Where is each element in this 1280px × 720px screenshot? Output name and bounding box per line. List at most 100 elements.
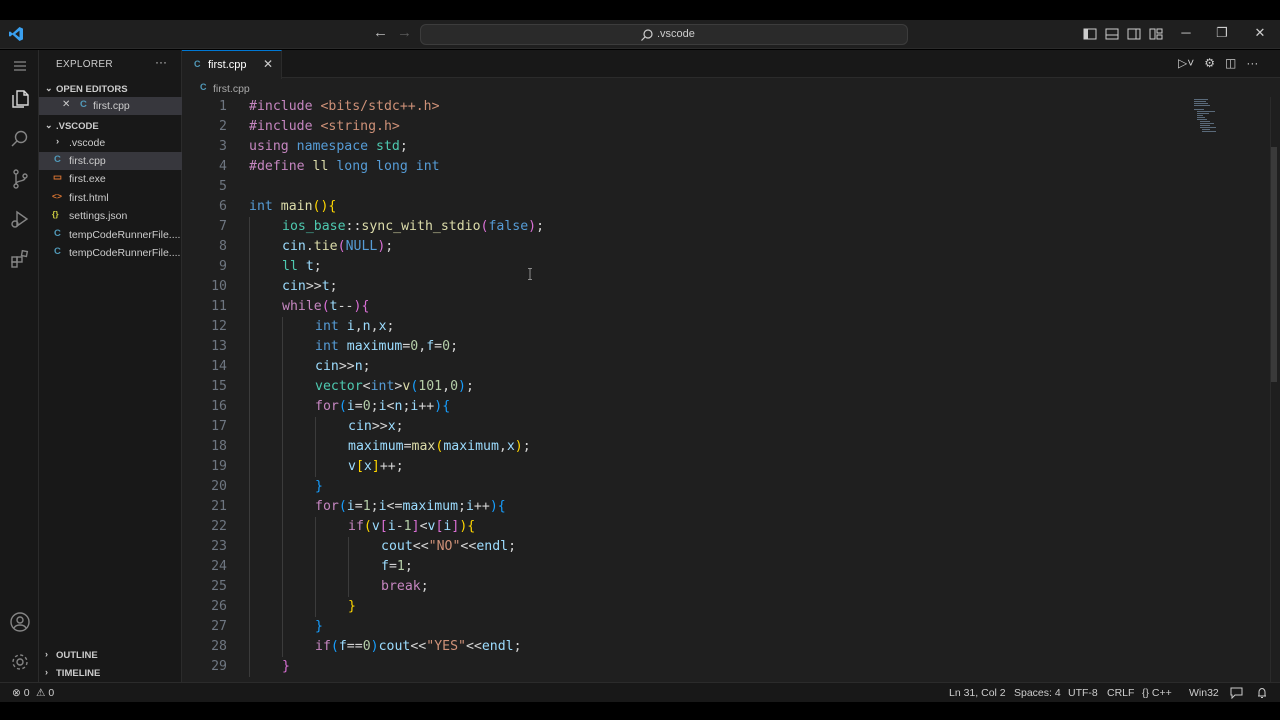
code-line[interactable]: 26} [182,597,1262,617]
open-editor-item[interactable]: ✕ C first.cpp [39,97,182,115]
feedback-icon[interactable] [1230,687,1243,699]
more-actions-icon[interactable]: ··· [155,55,167,69]
code-line[interactable]: 19 v[x]++; [182,457,1262,477]
code-line[interactable]: 14 cin>>n; [182,357,1262,377]
customize-layout-icon[interactable] [1148,26,1164,42]
eol-setting[interactable]: CRLF [1107,687,1134,699]
code-line[interactable]: 25 break; [182,577,1262,597]
code-line[interactable]: 21 for(i=1;i<=maximum;i++){ [182,497,1262,517]
run-code-icon[interactable]: ▷˅ [1178,56,1194,70]
code-line[interactable]: 1 #include <bits/stdc++.h> [182,97,1262,117]
tree-item-first-cpp[interactable]: C first.cpp [39,152,182,170]
code-line[interactable]: 15 vector<int>v(101,0); [182,377,1262,397]
code-text: f=1; [381,557,413,577]
gear-icon[interactable]: ⚙ [1204,56,1215,70]
indentation-setting[interactable]: Spaces: 4 [1014,687,1061,699]
minimap[interactable] [1192,97,1232,137]
language-mode[interactable]: {} C++ [1142,687,1172,699]
code-token: { [497,499,506,514]
folder-header[interactable]: ⌄ .VSCODE [39,117,182,135]
accounts-icon[interactable] [8,610,32,634]
code-line[interactable]: 4 #define ll long long int [182,157,1262,177]
code-line[interactable]: 27} [182,617,1262,637]
warnings-indicator[interactable]: ⚠ 0 [36,687,54,699]
code-token: maximum [443,439,499,454]
back-arrow-icon[interactable]: ← [373,24,388,41]
code-line[interactable]: 7 ios_base::sync_with_stdio(false); [182,217,1262,237]
tree-item-first-exe[interactable]: ▭ first.exe [39,170,182,188]
timeline-header[interactable]: › TIMELINE [39,664,182,682]
settings-gear-icon[interactable] [8,650,32,674]
code-line[interactable]: 18 maximum=max(maximum,x); [182,437,1262,457]
cursor-position[interactable]: Ln 31, Col 2 [949,687,1006,699]
source-control-icon[interactable] [8,167,32,191]
code-line[interactable]: 24 f=1; [182,557,1262,577]
code-line[interactable]: 8 cin.tie(NULL); [182,237,1262,257]
line-number: 4 [219,159,227,174]
line-number: 18 [211,439,227,454]
code-line[interactable]: 10 cin>>t; [182,277,1262,297]
toggle-primary-sidebar-icon[interactable] [1082,26,1098,42]
code-line[interactable]: 2 #include <string.h> [182,117,1262,137]
explorer-icon[interactable] [8,87,32,111]
line-number: 15 [211,379,227,394]
line-number: 7 [219,219,227,234]
tree-item-tempcoderunner-2[interactable]: C tempCodeRunnerFile.... [39,244,182,262]
code-line[interactable]: 5 [182,177,1262,197]
platform-setting[interactable]: Win32 [1189,687,1219,699]
code-token: ; [362,359,371,374]
tree-item-first-html[interactable]: <> first.html [39,189,182,207]
code-line[interactable]: 11 while(t--){ [182,297,1262,317]
code-line[interactable]: 13 int maximum=0,f=0; [182,337,1262,357]
code-token: { [328,199,337,214]
text-cursor-icon [528,268,532,280]
notifications-bell-icon[interactable] [1256,687,1268,699]
code-editor[interactable]: 1 #include <bits/stdc++.h> 2 #include <stri… [182,97,1262,682]
code-token: while [282,299,322,314]
minimize-button[interactable]: ─ [1176,25,1196,40]
run-debug-icon[interactable] [8,207,32,231]
code-text: #include <bits/stdc++.h> [249,97,440,117]
code-line[interactable]: 3 using namespace std; [182,137,1262,157]
code-line[interactable]: 17 cin>>x; [182,417,1262,437]
toggle-secondary-sidebar-icon[interactable] [1126,26,1142,42]
tree-item-settings-json[interactable]: {} settings.json [39,207,182,225]
tree-item-tempcoderunner-1[interactable]: C tempCodeRunnerFile.... [39,226,182,244]
code-text: cin>>t; [282,277,338,297]
code-line[interactable]: 22 if(v[i-1]<v[i]){ [182,517,1262,537]
tab-first-cpp[interactable]: C first.cpp ✕ [182,50,282,79]
code-token: x [506,439,515,454]
code-line[interactable]: 6 int main(){ [182,197,1262,217]
encoding-setting[interactable]: UTF-8 [1068,687,1098,699]
code-line[interactable]: 20} [182,477,1262,497]
code-token: i [378,499,387,514]
errors-indicator[interactable]: ⊗ 0 [12,687,30,699]
close-window-button[interactable]: ✕ [1250,25,1270,41]
more-actions-icon[interactable]: ··· [1246,56,1258,70]
activity-bar [0,50,39,682]
menu-icon[interactable] [8,54,32,78]
breadcrumb[interactable]: C first.cpp [182,79,1280,99]
toggle-panel-icon[interactable] [1104,26,1120,42]
code-token: for [315,499,339,514]
outline-header[interactable]: › OUTLINE [39,646,182,664]
open-editors-header[interactable]: ⌄ OPEN EDITORS [39,80,182,98]
code-line[interactable]: 12 int i,n,x; [182,317,1262,337]
command-center-search[interactable]: .vscode [420,24,908,45]
scrollbar-thumb[interactable] [1271,147,1277,382]
tree-item-vscode-folder[interactable]: › .vscode [39,134,182,152]
close-tab-icon[interactable]: ✕ [263,57,273,71]
close-icon[interactable]: ✕ [62,99,70,110]
forward-arrow-icon[interactable]: → [397,24,412,41]
code-line[interactable]: 16 for(i=0;i<n;i++){ [182,397,1262,417]
code-line[interactable]: 28 if(f==0)cout<<"YES"<<endl; [182,637,1262,657]
code-token: () [312,199,329,214]
search-view-icon[interactable] [8,127,32,151]
breadcrumb-file[interactable]: first.cpp [213,83,250,95]
code-line[interactable]: 23 cout<<"NO"<<endl; [182,537,1262,557]
split-editor-icon[interactable]: ◫ [1225,56,1236,70]
code-line[interactable]: 9 ll t; [182,257,1262,277]
restore-button[interactable]: ❐ [1212,25,1232,41]
extensions-icon[interactable] [8,247,32,271]
code-line[interactable]: 29} [182,657,1262,677]
